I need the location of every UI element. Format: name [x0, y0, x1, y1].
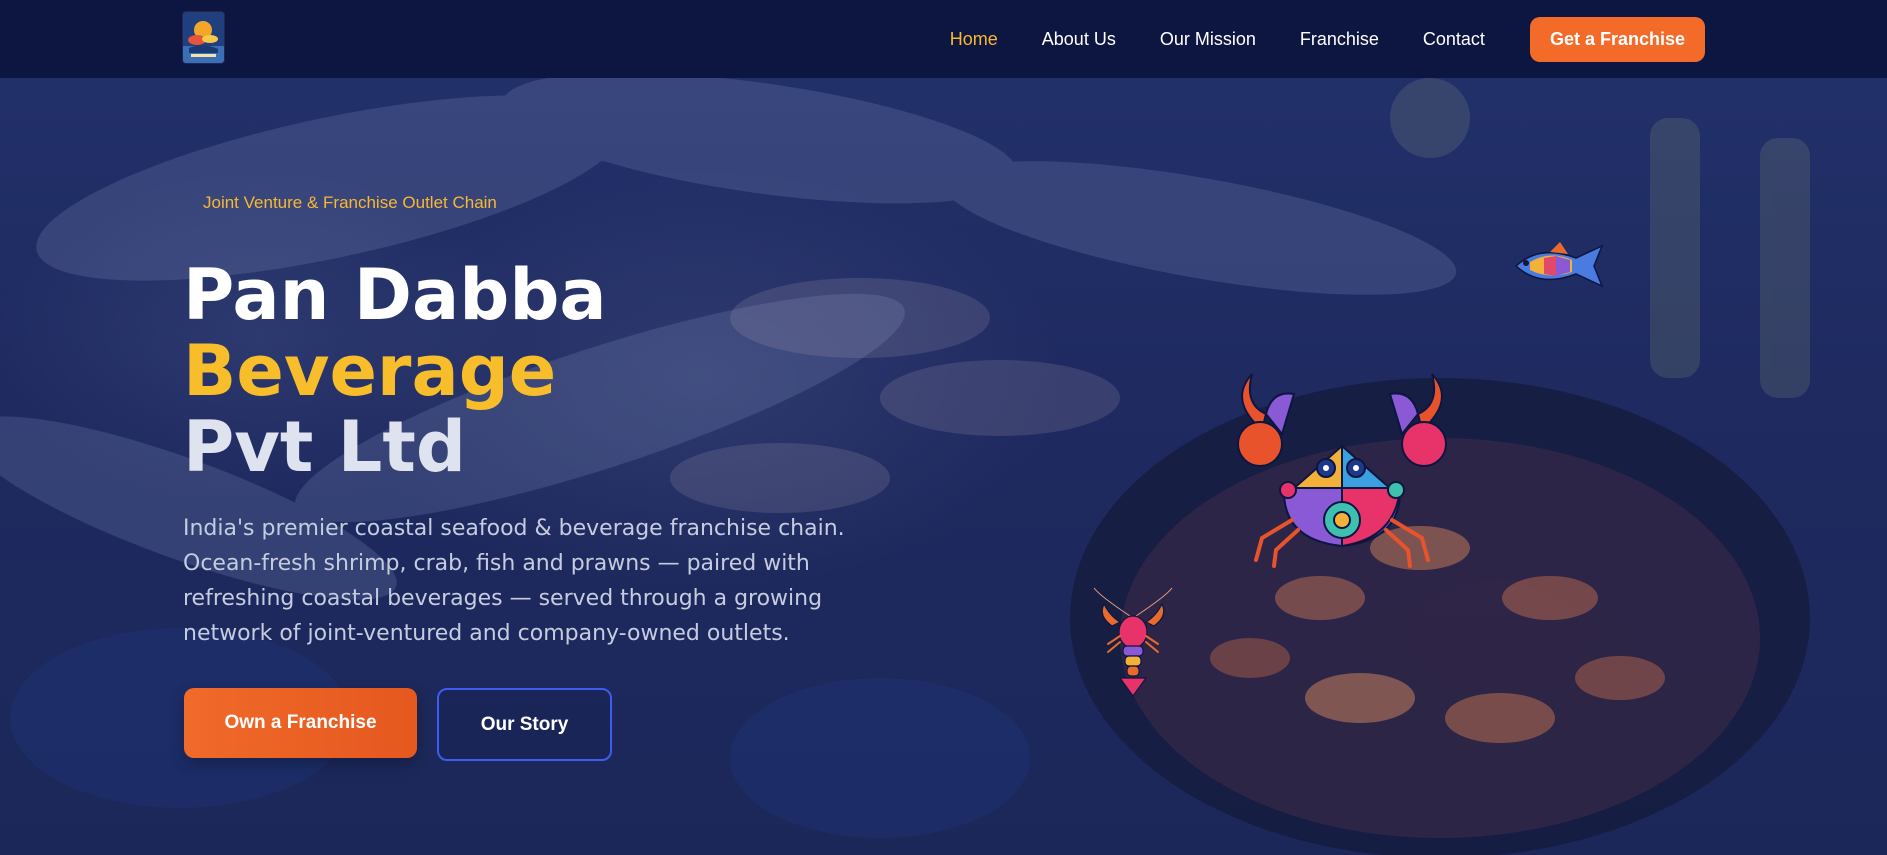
hero-title-line-3: Pvt Ltd: [183, 406, 466, 488]
nav-link-about-us[interactable]: About Us: [1042, 29, 1116, 50]
own-a-franchise-button[interactable]: Own a Franchise: [184, 688, 417, 758]
get-a-franchise-button[interactable]: Get a Franchise: [1529, 16, 1705, 62]
top-navbar: Home About Us Our Mission Franchise Cont…: [0, 0, 1887, 78]
nav-link-franchise[interactable]: Franchise: [1300, 29, 1379, 50]
hero-title: Pan Dabba Beverage Pvt Ltd: [183, 257, 607, 485]
nav-link-home[interactable]: Home: [950, 29, 998, 50]
hero-title-line-2: Beverage: [183, 330, 557, 412]
lobster-illustration-icon: [1090, 586, 1176, 706]
company-logo-icon[interactable]: [183, 12, 224, 63]
nav-link-contact[interactable]: Contact: [1423, 29, 1485, 50]
nav-link-our-mission[interactable]: Our Mission: [1160, 29, 1256, 50]
our-story-button[interactable]: Our Story: [437, 688, 612, 761]
hero-title-line-1: Pan Dabba: [183, 254, 607, 336]
crab-illustration-icon: [1222, 370, 1462, 570]
hero-description: India's premier coastal seafood & bevera…: [183, 516, 845, 646]
hero-tagline: Joint Venture & Franchise Outlet Chain: [203, 193, 497, 212]
fish-illustration-icon: [1510, 238, 1606, 294]
main-nav: Home About Us Our Mission Franchise Cont…: [906, 0, 1705, 78]
